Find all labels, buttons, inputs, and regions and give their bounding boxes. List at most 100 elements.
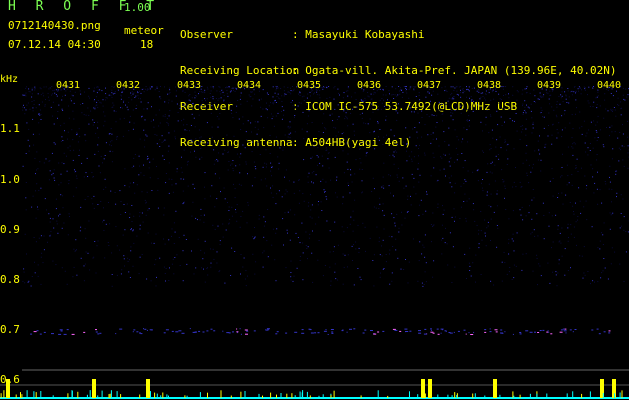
- noise-pixel: [49, 170, 51, 172]
- noise-tick: [454, 392, 456, 398]
- noise-pixel: [217, 109, 219, 110]
- noise-pixel: [40, 235, 42, 237]
- noise-pixel: [317, 164, 318, 166]
- noise-pixel: [365, 152, 367, 154]
- noise-pixel: [532, 121, 534, 123]
- noise-pixel: [520, 126, 522, 127]
- noise-pixel: [129, 259, 130, 261]
- noise-pixel: [409, 88, 411, 90]
- noise-pixel: [33, 144, 35, 146]
- signal-pixel: [30, 333, 33, 335]
- signal-pixel: [58, 333, 62, 335]
- noise-pixel: [430, 175, 432, 177]
- noise-pixel: [577, 219, 578, 221]
- noise-pixel: [343, 108, 345, 110]
- noise-pixel: [159, 146, 161, 147]
- noise-pixel: [394, 94, 396, 96]
- signal-pixel: [591, 329, 594, 331]
- noise-pixel: [359, 114, 361, 115]
- noise-pixel: [422, 285, 424, 287]
- noise-pixel: [172, 258, 174, 260]
- noise-pixel: [111, 107, 113, 108]
- noise-pixel: [110, 145, 112, 147]
- noise-pixel: [451, 110, 453, 111]
- noise-pixel: [228, 223, 230, 225]
- signal-pixel: [301, 332, 305, 334]
- noise-pixel: [568, 102, 570, 104]
- noise-pixel: [235, 111, 237, 113]
- noise-pixel: [441, 113, 443, 115]
- noise-pixel: [398, 107, 399, 109]
- noise-pixel: [221, 89, 223, 91]
- noise-pixel: [397, 257, 399, 259]
- noise-pixel: [378, 237, 380, 239]
- noise-pixel: [51, 152, 53, 154]
- noise-pixel: [308, 172, 310, 174]
- noise-pixel: [299, 260, 301, 261]
- noise-pixel: [458, 139, 460, 141]
- noise-pixel: [501, 280, 503, 282]
- noise-pixel: [444, 86, 446, 88]
- noise-pixel: [106, 97, 108, 99]
- noise-pixel: [483, 151, 484, 153]
- noise-pixel: [421, 136, 423, 138]
- noise-tick: [451, 395, 453, 398]
- noise-pixel: [465, 180, 467, 182]
- noise-pixel: [391, 213, 393, 215]
- noise-pixel: [407, 198, 409, 200]
- noise-pixel: [63, 222, 65, 224]
- noise-pixel: [70, 100, 72, 102]
- freq-tick-label: 0.7: [0, 323, 20, 336]
- noise-pixel: [347, 86, 349, 88]
- noise-pixel: [387, 99, 388, 101]
- noise-tick: [33, 391, 35, 398]
- noise-pixel: [488, 92, 490, 94]
- noise-pixel: [617, 137, 619, 139]
- noise-pixel: [212, 98, 214, 100]
- noise-pixel: [281, 95, 283, 97]
- noise-pixel: [382, 89, 384, 91]
- noise-pixel: [610, 110, 612, 112]
- noise-pixel: [544, 146, 546, 148]
- noise-pixel: [529, 92, 531, 94]
- noise-pixel: [480, 211, 482, 212]
- signal-pixel: [473, 331, 475, 333]
- signal-pixel: [95, 331, 98, 333]
- noise-pixel: [622, 198, 624, 200]
- noise-pixel: [504, 262, 506, 264]
- noise-tick: [199, 392, 201, 398]
- noise-pixel: [266, 240, 268, 242]
- noise-pixel: [382, 203, 384, 205]
- noise-pixel: [218, 86, 220, 88]
- noise-pixel: [571, 174, 573, 176]
- noise-pixel: [189, 130, 190, 132]
- noise-pixel: [151, 106, 152, 108]
- noise-pixel: [373, 93, 375, 95]
- noise-pixel: [392, 246, 394, 247]
- noise-pixel: [462, 88, 464, 89]
- noise-pixel: [224, 282, 226, 284]
- noise-pixel: [604, 93, 606, 95]
- noise-tick: [40, 391, 42, 398]
- noise-pixel: [239, 226, 241, 228]
- noise-pixel: [575, 165, 577, 166]
- noise-pixel: [119, 118, 121, 120]
- noise-pixel: [213, 163, 215, 165]
- noise-pixel: [32, 133, 34, 135]
- noise-pixel: [38, 122, 40, 124]
- noise-pixel: [230, 90, 232, 92]
- noise-pixel: [262, 166, 264, 168]
- noise-pixel: [521, 269, 523, 271]
- noise-pixel: [361, 180, 363, 182]
- signal-pixel: [539, 330, 542, 331]
- noise-tick: [424, 393, 426, 398]
- noise-pixel: [68, 180, 70, 181]
- noise-pixel: [418, 181, 420, 183]
- noise-pixel: [622, 124, 623, 126]
- noise-tick: [566, 393, 568, 398]
- noise-pixel: [115, 110, 117, 112]
- noise-pixel: [596, 107, 598, 109]
- noise-pixel: [425, 96, 427, 98]
- noise-pixel: [273, 125, 275, 127]
- noise-pixel: [235, 211, 237, 213]
